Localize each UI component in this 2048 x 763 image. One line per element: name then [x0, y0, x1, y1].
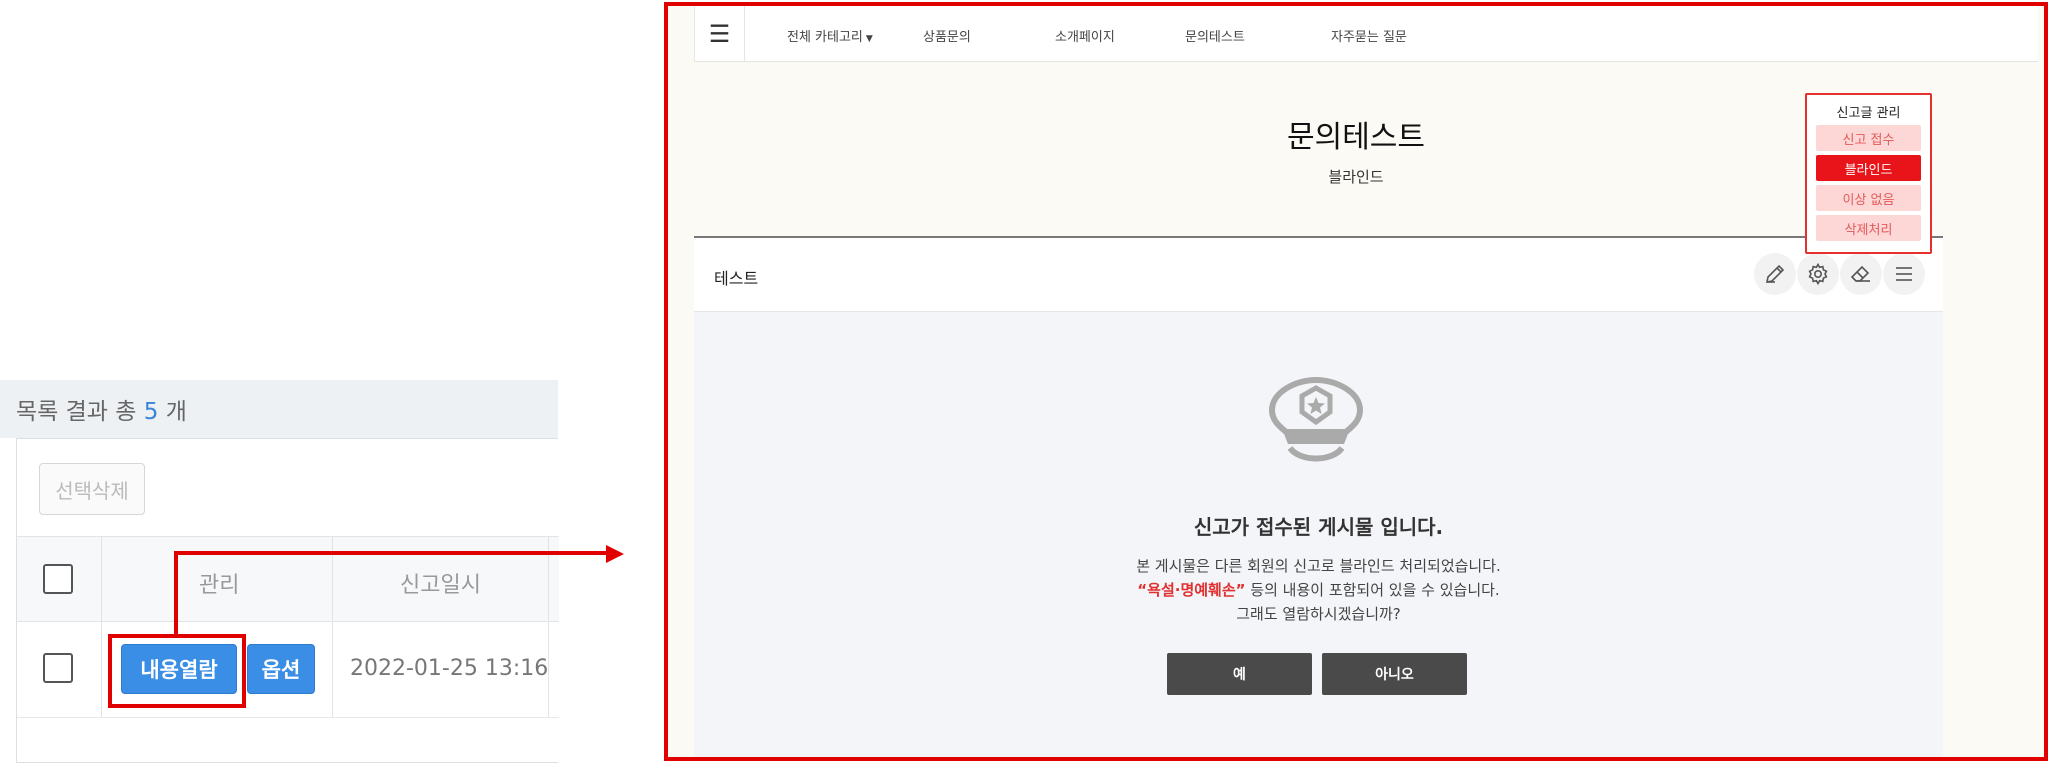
column-divider: [332, 622, 333, 717]
pencil-icon[interactable]: [1754, 253, 1796, 295]
list-menu-icon[interactable]: [1883, 253, 1925, 295]
blind-button[interactable]: 블라인드: [1816, 155, 1921, 181]
caret-down-icon: ▼: [865, 34, 873, 44]
notice-highlight-text: “욕설·명예훼손”: [1137, 581, 1246, 599]
nav-item-intro-page[interactable]: 소개페이지: [1055, 26, 1115, 45]
option-button[interactable]: 옵션: [247, 644, 315, 694]
yes-button[interactable]: 예: [1167, 653, 1312, 695]
menu-icon[interactable]: ☰: [695, 6, 745, 62]
nav-item-label: 전체 카테고리: [787, 30, 863, 45]
select-all-checkbox[interactable]: [43, 564, 73, 594]
report-management-panel: 신고글 관리 신고 접수 블라인드 이상 없음 삭제처리: [1805, 93, 1932, 254]
column-divider: [101, 537, 102, 621]
highlight-box: [108, 634, 246, 708]
result-count: 5: [143, 399, 159, 425]
board-title: 테스트: [714, 269, 759, 288]
nav-item-inquiry-test[interactable]: 문의테스트: [1185, 26, 1245, 45]
report-list-panel: 목록 결과 총 5 개 선택삭제 관리 신고일시 내용열람 옵션 2022-01…: [0, 380, 559, 763]
header-report-date: 신고일시: [400, 573, 481, 598]
result-prefix: 목록 결과 총: [16, 399, 137, 425]
arrow-head-icon: [606, 545, 624, 563]
table-row: 내용열람 옵션 2022-01-25 13:16: [17, 622, 559, 718]
police-cap-icon: [1268, 376, 1364, 462]
gear-icon[interactable]: [1797, 253, 1839, 295]
result-summary-bar: 목록 결과 총 5 개: [0, 380, 558, 438]
no-button[interactable]: 아니오: [1322, 653, 1467, 695]
connector-line-vertical: [174, 551, 178, 635]
site-preview-frame: ☰ 전체 카테고리 ▼ 상품문의 소개페이지 문의테스트 자주묻는 질문 문의테스…: [664, 2, 2048, 761]
column-divider: [548, 622, 549, 717]
report-table: 선택삭제 관리 신고일시 내용열람 옵션 2022-01-25 13:16: [16, 438, 559, 763]
top-navigation: ☰ 전체 카테고리 ▼ 상품문의 소개페이지 문의테스트 자주묻는 질문: [694, 6, 2038, 62]
column-divider: [101, 622, 102, 717]
result-suffix: 개: [165, 399, 187, 425]
delete-process-button[interactable]: 삭제처리: [1816, 215, 1921, 241]
notice-line-1: 본 게시물은 다른 회원의 신고로 블라인드 처리되었습니다.: [1136, 557, 1501, 575]
eraser-icon[interactable]: [1840, 253, 1882, 295]
column-divider: [332, 537, 333, 621]
report-received-button[interactable]: 신고 접수: [1816, 125, 1921, 151]
nav-item-all-categories[interactable]: 전체 카테고리 ▼: [787, 26, 873, 45]
result-summary: 목록 결과 총 5 개: [16, 392, 187, 426]
connector-line-horizontal: [174, 551, 608, 555]
table-header: 관리 신고일시: [17, 536, 559, 622]
row-checkbox[interactable]: [43, 653, 73, 683]
board-panel: 테스트 신고가 접수된 게시물 입니다. 본 게시물은 다른 회원의 신고로 블…: [694, 236, 1943, 757]
notice-line-2-rest: 등의 내용이 포함되어 있을 수 있습니다.: [1245, 581, 1500, 599]
notice-line-3: 그래도 열람하시겠습니까?: [1236, 605, 1401, 623]
header-manage: 관리: [199, 573, 240, 598]
column-divider: [548, 537, 549, 621]
no-issue-button[interactable]: 이상 없음: [1816, 185, 1921, 211]
report-panel-title: 신고글 관리: [1836, 106, 1901, 121]
notice-line-2: “욕설·명예훼손” 등의 내용이 포함되어 있을 수 있습니다.: [694, 579, 1943, 600]
select-delete-button[interactable]: 선택삭제: [39, 463, 145, 515]
nav-item-faq[interactable]: 자주묻는 질문: [1331, 26, 1407, 45]
board-header: 테스트: [694, 238, 1943, 312]
nav-item-product-inquiry[interactable]: 상품문의: [923, 26, 971, 45]
notice-title: 신고가 접수된 게시물 입니다.: [1193, 515, 1444, 539]
report-date-cell: 2022-01-25 13:16: [350, 656, 549, 681]
